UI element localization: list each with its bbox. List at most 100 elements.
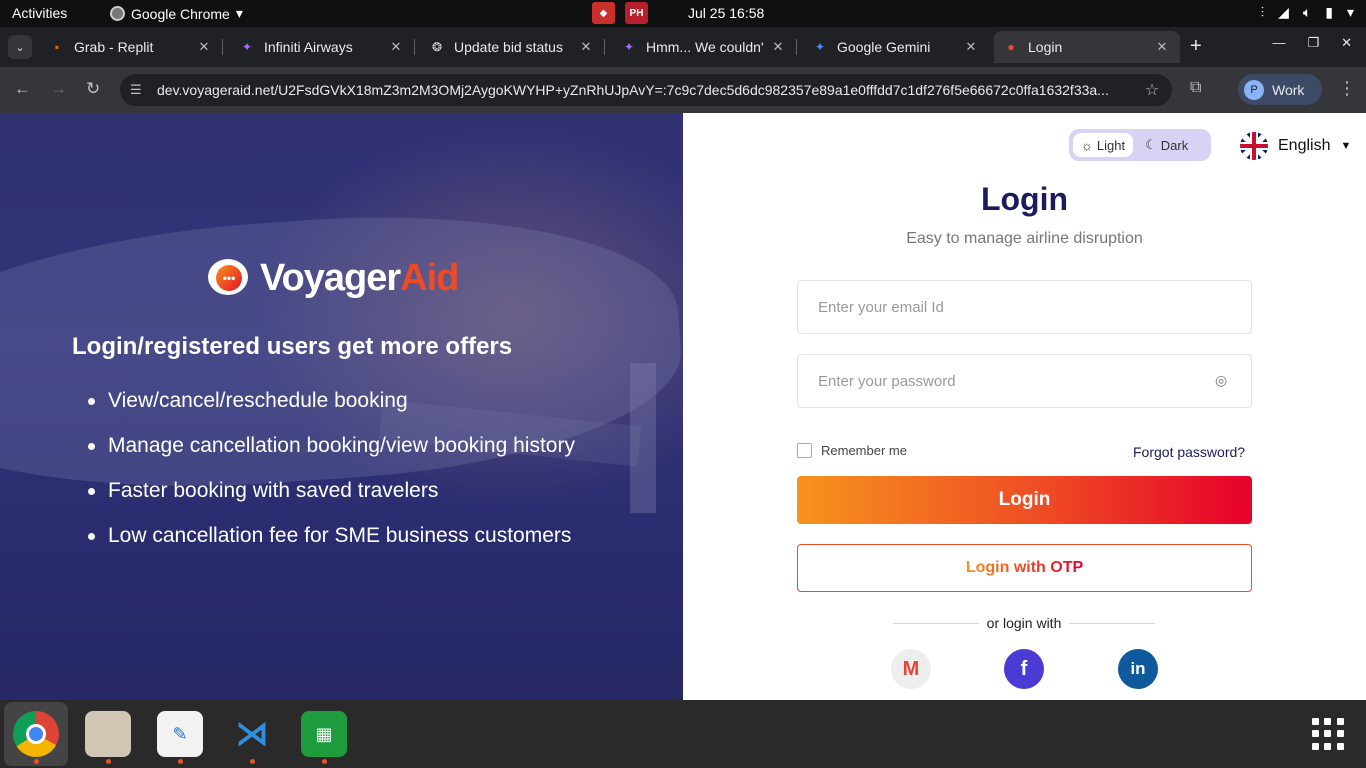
tab-update-bid-status[interactable]: ❂ Update bid status ✕ [420, 31, 605, 63]
maximize-icon[interactable]: ❐ [1307, 35, 1319, 51]
gmail-login-icon[interactable]: M [891, 649, 931, 689]
close-tab-icon[interactable]: ✕ [578, 39, 594, 55]
close-window-icon[interactable]: ✕ [1341, 35, 1352, 51]
close-tab-icon[interactable]: ✕ [388, 39, 404, 55]
show-apps-icon[interactable] [1312, 718, 1344, 750]
tab-search-button[interactable]: ⌄ [8, 35, 32, 59]
tab-title: Hmm... We couldn't [646, 39, 764, 55]
tab-infiniti-airways[interactable]: ✦ Infiniti Airways ✕ [230, 31, 415, 63]
close-tab-icon[interactable]: ✕ [770, 39, 786, 55]
benefit-item: Faster booking with saved travelers [88, 479, 575, 524]
login-subtitle: Easy to manage airline disruption [906, 230, 1143, 247]
text-editor-icon: ✎ [157, 711, 203, 757]
language-label: English [1278, 137, 1331, 154]
forgot-password-link[interactable]: Forgot password? [1133, 444, 1245, 460]
uk-flag-icon [1240, 132, 1268, 160]
activities-button[interactable]: Activities [12, 5, 67, 21]
theme-dark-label: Dark [1160, 137, 1189, 153]
remember-me[interactable]: Remember me [797, 443, 907, 458]
tab-title: Update bid status [454, 39, 563, 55]
tab-grab-replit[interactable]: ▪ Grab - Replit ✕ [40, 31, 223, 63]
close-tab-icon[interactable]: ✕ [1154, 39, 1170, 55]
login-with-otp-button[interactable]: Login with OTP [797, 544, 1252, 592]
theme-dark-option[interactable]: ☾ Dark [1137, 133, 1196, 157]
browser-toolbar: ← → ↻ ☰ dev.voyageraid.net/U2FsdGVkX18mZ… [0, 67, 1366, 113]
or-divider: or login with [893, 615, 1156, 631]
libreoffice-calc-icon: ▦ [301, 711, 347, 757]
headset-chat-icon: ••• [206, 255, 252, 301]
forward-arrow-icon[interactable]: → [50, 79, 67, 99]
url-host: dev.voyageraid.net [157, 82, 275, 98]
replit-icon: ▪ [54, 40, 60, 54]
dock-text-editor[interactable]: ✎ [148, 702, 212, 766]
theme-toggle: ☼ Light ☾ Dark [1069, 129, 1211, 161]
anydesk-icon[interactable]: ◆ [592, 2, 615, 24]
tab-title: Google Gemini [837, 39, 931, 55]
language-selector[interactable]: English ▼ [1240, 132, 1351, 160]
tab-login[interactable]: ● Login ✕ [994, 31, 1180, 63]
login-button[interactable]: Login [797, 476, 1252, 524]
password-field[interactable] [797, 354, 1252, 408]
wifi-icon: ◢ [1278, 4, 1289, 20]
url-path: /U2FsdGVkX18mZ3m2M3OMj2AygoKWYHP+yZnRhUJ… [274, 82, 1109, 98]
vscode-icon: ⋊ [235, 715, 269, 753]
openai-icon: ❂ [431, 40, 443, 54]
facebook-login-icon[interactable]: f [1004, 649, 1044, 689]
gemini-sparkle-icon: ✦ [623, 40, 635, 54]
url-text[interactable]: dev.voyageraid.net/U2FsdGVkX18mZ3m2M3OMj… [157, 82, 1132, 98]
dock-libreoffice-calc[interactable]: ▦ [292, 702, 356, 766]
app-menu-label: Google Chrome [131, 5, 230, 22]
site-info-icon[interactable]: ☰ [130, 82, 148, 98]
benefits-list: View/cancel/reschedule booking Manage ca… [88, 389, 575, 569]
gemini-icon: ✦ [814, 40, 826, 54]
dock-files[interactable] [76, 702, 140, 766]
tab-title: Grab - Replit [74, 39, 154, 55]
otp-button-label: Login with OTP [965, 559, 1084, 576]
dock-chrome[interactable] [4, 702, 68, 766]
hero-panel: ••• VoyagerAid Login/registered users ge… [0, 113, 683, 700]
tab-title: Infiniti Airways [264, 39, 353, 55]
chrome-small-icon [110, 6, 125, 21]
benefit-item: Manage cancellation booking/view booking… [88, 434, 575, 479]
pdf-tool-icon[interactable]: PH [625, 2, 648, 24]
close-tab-icon[interactable]: ✕ [963, 39, 979, 55]
dock-vscode[interactable]: ⋊ [220, 702, 284, 766]
profile-button[interactable]: P Work [1238, 74, 1322, 105]
chrome-menu-icon[interactable]: ⋮ [1338, 78, 1356, 99]
back-arrow-icon[interactable]: ← [14, 79, 31, 99]
brand-part2: Aid [400, 256, 459, 299]
toggle-password-visibility-icon[interactable]: ◎ [1215, 372, 1227, 389]
remember-me-checkbox[interactable] [797, 443, 812, 458]
theme-light-option[interactable]: ☼ Light [1073, 133, 1134, 157]
address-bar[interactable]: ☰ dev.voyageraid.net/U2FsdGVkX18mZ3m2M3O… [120, 74, 1172, 106]
minimize-icon[interactable]: — [1272, 35, 1285, 51]
files-icon [85, 711, 131, 757]
clock[interactable]: Jul 25 16:58 [688, 5, 764, 21]
gemini-sparkle-icon: ✦ [241, 40, 253, 54]
linkedin-login-icon[interactable]: in [1118, 649, 1158, 689]
extensions-puzzle-icon[interactable]: ⧉ [1190, 79, 1201, 97]
chrome-icon [13, 711, 59, 757]
reload-icon[interactable]: ↻ [86, 79, 100, 99]
hero-heading: Login/registered users get more offers [72, 333, 513, 360]
moon-icon: ☾ [1145, 137, 1157, 152]
battery-icon: ▮ [1325, 4, 1333, 20]
system-tray[interactable]: ⫶ ◢ 🔈︎ ▮ ▾ [1261, 4, 1354, 21]
tray-apps: ◆ PH [592, 2, 648, 24]
bookmark-star-icon[interactable]: ☆ [1132, 80, 1172, 100]
remember-me-label: Remember me [821, 443, 907, 458]
tab-google-gemini[interactable]: ✦ Google Gemini ✕ [803, 31, 989, 63]
new-tab-button[interactable]: + [1190, 35, 1202, 58]
web-page: ••• VoyagerAid Login/registered users ge… [0, 113, 1366, 700]
tab-strip: ⌄ ▪ Grab - Replit ✕ ✦ Infiniti Airways ✕… [0, 27, 1366, 67]
voyageraid-logo: ••• VoyagerAid [206, 255, 459, 301]
chevron-down-icon: ▼ [1340, 140, 1352, 152]
network-activity-icon: ⫶ [1260, 4, 1265, 20]
tab-hmm-error[interactable]: ✦ Hmm... We couldn't ✕ [612, 31, 797, 63]
email-field[interactable] [797, 280, 1252, 334]
app-menu[interactable]: Google Chrome ▾ [110, 5, 243, 22]
theme-light-label: Light [1096, 137, 1126, 153]
window-controls: — ❐ ✕ [1272, 35, 1352, 51]
close-tab-icon[interactable]: ✕ [196, 39, 212, 55]
benefit-item: Low cancellation fee for SME business cu… [88, 524, 575, 569]
